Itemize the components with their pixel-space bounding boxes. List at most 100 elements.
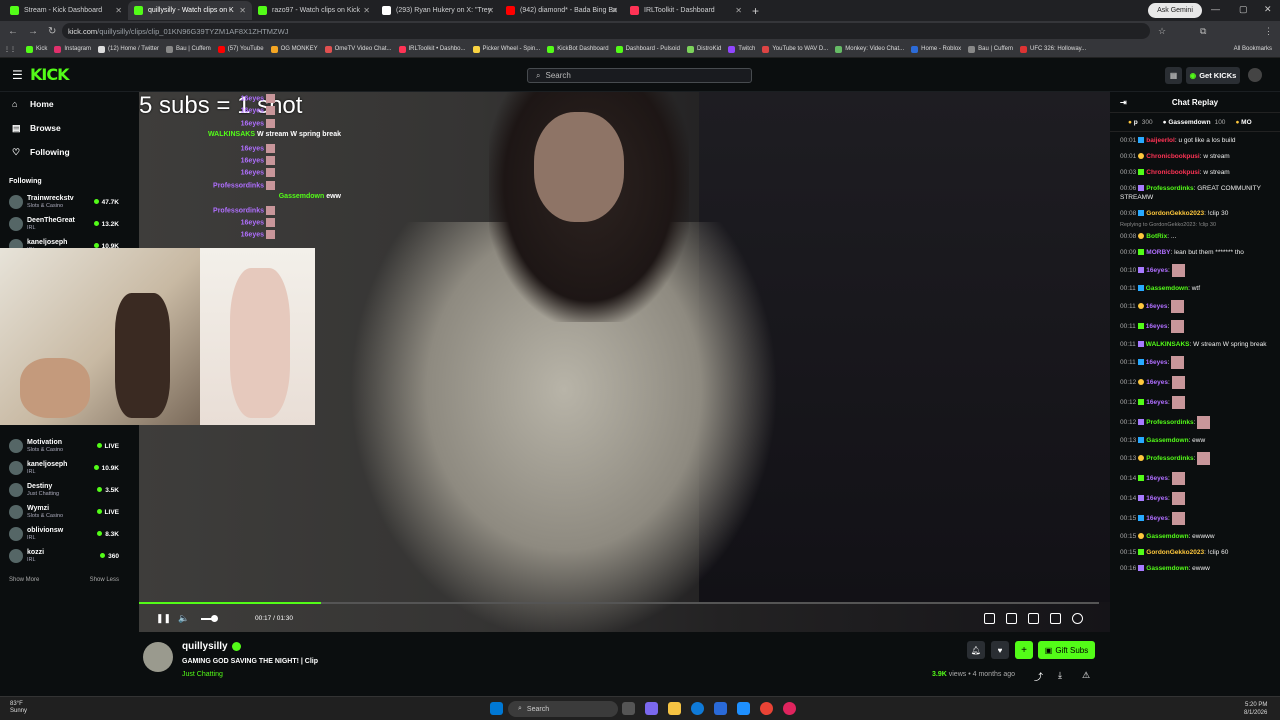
bookmark-item[interactable]: (57) YouTube [217,45,264,53]
message-username[interactable]: 16eyes [1146,267,1168,274]
start-icon[interactable] [490,702,503,715]
star-icon[interactable]: ☆ [1158,26,1166,37]
fullscreen-icon[interactable] [1050,613,1061,624]
close-window-icon[interactable]: ✕ [1264,4,1272,15]
chat-message[interactable]: 00:13 Gassemdown: eww [1110,432,1280,448]
close-tab-icon[interactable]: ✕ [363,6,370,15]
close-tab-icon[interactable]: ✕ [115,6,122,15]
message-username[interactable]: Professordinks [1146,455,1193,462]
category-link[interactable]: Just Chatting [182,671,223,678]
followed-channel[interactable]: Trainwreckstv Slots & Casino 47.7K [0,191,128,213]
message-username[interactable]: 16eyes [1146,399,1168,406]
show-less-button[interactable]: Show Less [90,577,119,583]
bookmark-item[interactable]: OmeTV Video Chat... [324,45,392,53]
chat-message[interactable]: 00:12 Professordinks: [1110,412,1280,432]
message-username[interactable]: Gassemdown [1146,533,1188,540]
bookmark-item[interactable]: Monkey: Video Chat... [835,45,904,53]
message-username[interactable]: 16eyes [1146,475,1168,482]
bookmark-item[interactable]: UFC 326: Holloway... [1019,45,1086,53]
user-avatar[interactable] [1248,68,1262,82]
sidebar-item-following[interactable]: ♡ Following [0,140,128,164]
menu-icon[interactable]: ⋮ [1264,26,1273,37]
message-username[interactable]: Gassemdown [1146,285,1188,292]
file-explorer-icon[interactable] [668,702,681,715]
message-username[interactable]: Gassemdown [1146,437,1188,444]
weather-widget[interactable]: 83°F Sunny [10,701,27,715]
message-username[interactable]: baijeerIol [1146,137,1175,144]
followed-channel[interactable]: Wymzi Slots & Casino LIVE [0,501,128,523]
minimize-icon[interactable]: — [1211,4,1220,14]
followed-channel[interactable]: DeenTheGreat IRL 13.2K [0,213,128,235]
bookmark-item[interactable]: Picker Wheel - Spin... [472,45,540,53]
chat-message[interactable]: 00:12 16eyes: [1110,372,1280,392]
close-tab-icon[interactable]: ✕ [611,6,618,15]
message-username[interactable]: 16eyes [1146,495,1168,502]
sidebar-item-browse[interactable]: ▤ Browse [0,116,128,140]
bookmark-item[interactable]: Home - Roblox [911,45,961,53]
ask-gemini-button[interactable]: Ask Gemini [1148,3,1202,18]
maximize-icon[interactable]: ▢ [1239,4,1248,15]
back-icon[interactable]: ← [8,26,20,37]
chat-message[interactable]: 00:08 GordonGekko2023: !clip 30 [1110,205,1280,221]
chat-message[interactable]: 00:11 16eyes: [1110,316,1280,336]
followed-channel[interactable]: oblivionsw IRL 8.3K [0,523,128,545]
volume-knob[interactable] [211,615,218,622]
gift-subs-button[interactable]: ▣ Gift Subs [1038,641,1095,659]
chat-message[interactable]: 00:11 16eyes: [1110,352,1280,372]
browser-tab[interactable]: Stream - Kick Dashboard ✕ [4,1,128,20]
new-tab-icon[interactable]: + [752,4,759,18]
download-icon[interactable]: ⤓ [1058,670,1062,681]
app-icon[interactable] [783,702,796,715]
close-tab-icon[interactable]: ✕ [487,6,494,15]
chrome-icon[interactable] [760,702,773,715]
browser-tab[interactable]: IRLToolkit - Dashboard ✕ [624,1,748,20]
progress-bar[interactable] [139,602,1099,604]
task-view-icon[interactable] [622,702,635,715]
message-username[interactable]: GordonGekko2023 [1146,210,1204,217]
show-more-button[interactable]: Show More [9,577,39,583]
message-username[interactable]: WALKINSAKS [1146,341,1190,348]
pause-icon[interactable]: ❚❚ [156,613,171,624]
system-clock[interactable]: 5:20 PM 8/1/2026 [1244,701,1267,717]
copilot-icon[interactable] [645,702,658,715]
pinned-gifter[interactable]: ● Gassemdown 100 [1163,119,1226,126]
settings-icon[interactable] [1072,613,1083,624]
share-icon[interactable]: ⤴ [1034,670,1043,683]
chat-message[interactable]: 00:16 Gassemdown: ewww [1110,560,1280,576]
bookmark-item[interactable]: Bau | Cuffem [165,45,211,53]
sidebar-item-home[interactable]: ⌂ Home [0,92,128,116]
kick-logo[interactable]: KICK [30,65,69,84]
notification-bell-icon[interactable]: 🔔︎ [967,641,985,659]
message-username[interactable]: Professordinks [1146,419,1193,426]
browser-tab[interactable]: (942) diamond* - Bada Bing Ba ✕ [500,1,624,20]
browser-tab[interactable]: razo97 - Watch clips on Kick ✕ [252,1,376,20]
chat-message[interactable]: 00:10 16eyes: [1110,260,1280,280]
chat-message[interactable]: 00:01 baijeerIol: u got like a los build [1110,132,1280,148]
chat-message[interactable]: 00:15 GordonGekko2023: !clip 60 [1110,544,1280,560]
message-username[interactable]: BotRix [1146,233,1167,240]
extensions-icon[interactable]: ⧉ [1200,26,1206,37]
chat-message[interactable]: 00:15 16eyes: [1110,508,1280,528]
theatre-icon[interactable] [1028,613,1039,624]
collapse-chat-icon[interactable]: ⇥ [1120,98,1127,107]
browser-tab[interactable]: (293) Ryan Hukery on X: "Trey ✕ [376,1,500,20]
bookmark-item[interactable]: IRLToolkit • Dashbo... [398,45,466,53]
bookmark-item[interactable]: OG MONKEY [270,45,318,53]
search-input[interactable]: ⌕ Search [527,68,752,83]
close-tab-icon[interactable]: ✕ [735,6,742,15]
message-username[interactable]: 16eyes [1146,379,1168,386]
chat-message[interactable]: 00:01 Chronicbookpusi: w stream [1110,148,1280,164]
bookmark-item[interactable]: Instagram [54,45,91,53]
chat-message[interactable]: 00:13 Professordinks: [1110,448,1280,468]
follow-heart-icon[interactable]: ♥ [991,641,1009,659]
message-username[interactable]: MORBY [1146,249,1170,256]
get-kicks-button[interactable]: ◉ Get KICKs [1186,67,1240,84]
followed-channel[interactable]: Motivation Slots & Casino LIVE [0,435,128,457]
browser-tab[interactable]: quillysilly - Watch clips on K ✕ [128,1,252,20]
subscribe-plus-button[interactable]: + [1015,641,1033,659]
chat-message[interactable]: 00:12 16eyes: [1110,392,1280,412]
chat-message[interactable]: 00:11 WALKINSAKS: W stream W spring break [1110,336,1280,352]
bookmark-item[interactable]: YouTube to WAV D... [762,45,828,53]
mail-icon[interactable] [737,702,750,715]
pinned-gifter[interactable]: ● MO [1235,119,1255,126]
